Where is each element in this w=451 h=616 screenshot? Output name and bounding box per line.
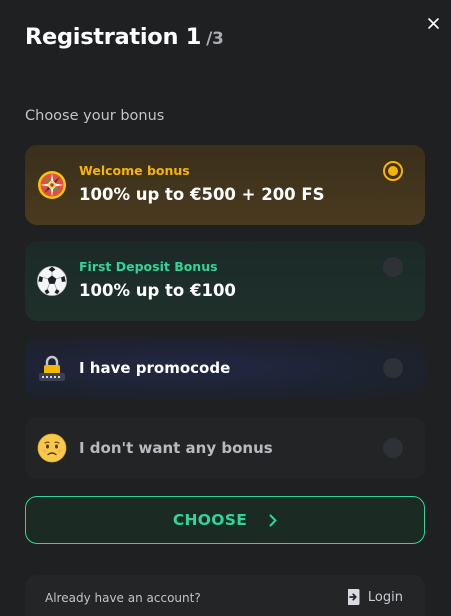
- radio-selected[interactable]: [383, 161, 403, 181]
- bonus-option-promocode[interactable]: I have promocode: [25, 337, 425, 399]
- close-icon: [427, 17, 439, 29]
- bonus-tag: Welcome bonus: [79, 163, 190, 178]
- bonus-value: I have promocode: [79, 359, 231, 377]
- login-link[interactable]: Login: [346, 588, 403, 606]
- radio-unselected[interactable]: [383, 257, 403, 277]
- choose-button-label: CHOOSE: [172, 511, 248, 529]
- radio-unselected[interactable]: [383, 438, 403, 458]
- bonus-option-first-deposit[interactable]: First Deposit Bonus 100% up to €100: [25, 241, 425, 321]
- bonus-tag: First Deposit Bonus: [79, 259, 218, 274]
- step-counter: /3: [206, 29, 224, 49]
- section-label: Choose your bonus: [25, 108, 165, 124]
- close-button[interactable]: [425, 14, 441, 32]
- bonus-value: 100% up to €500 + 200 FS: [79, 185, 325, 204]
- login-label: Login: [367, 589, 403, 605]
- soccer-ball-icon: [36, 265, 68, 297]
- bonus-option-welcome[interactable]: Welcome bonus 100% up to €500 + 200 FS: [25, 145, 425, 225]
- padlock-icon: [36, 352, 68, 384]
- login-footer: Already have an account? Login: [25, 575, 425, 616]
- chevron-right-icon: [269, 514, 277, 527]
- title-text: Registration 1: [25, 24, 202, 50]
- bonus-value: 100% up to €100: [79, 281, 236, 300]
- already-account-text: Already have an account?: [45, 591, 201, 605]
- roulette-wheel-icon: [36, 169, 68, 201]
- sad-face-icon: [36, 432, 68, 464]
- registration-modal: Registration 1/3 Choose your bonus Welco…: [0, 0, 451, 616]
- choose-button[interactable]: CHOOSE: [25, 496, 425, 544]
- bonus-option-none[interactable]: I don't want any bonus: [25, 417, 425, 479]
- login-icon: [347, 589, 360, 605]
- page-title: Registration 1/3: [25, 24, 224, 50]
- bonus-value: I don't want any bonus: [79, 439, 273, 457]
- radio-unselected[interactable]: [383, 358, 403, 378]
